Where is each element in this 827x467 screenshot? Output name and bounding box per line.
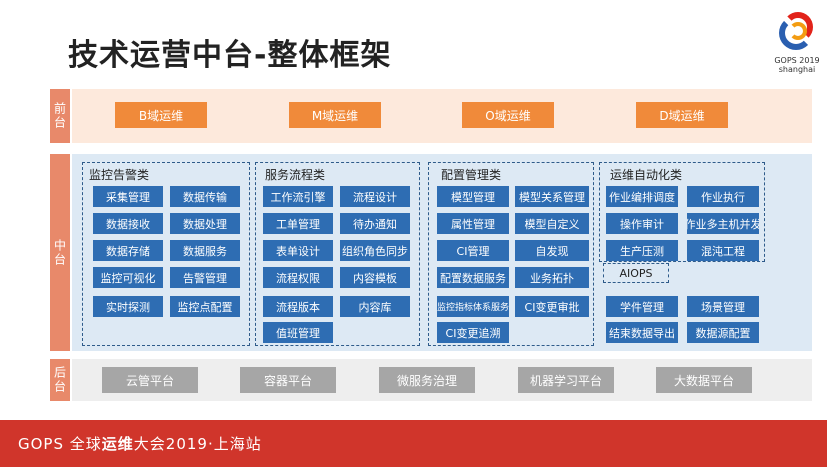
auto-extra-item: 学件管理 [606, 296, 678, 317]
service-item: 内容模板 [340, 267, 410, 288]
config-item: CI管理 [437, 240, 509, 261]
back-box-container: 容器平台 [240, 367, 336, 393]
service-item: 待办通知 [340, 213, 410, 234]
front-box-b: B域运维 [115, 102, 207, 128]
group-service-title: 服务流程类 [265, 168, 326, 182]
monitor-item: 数据接收 [93, 213, 163, 234]
gops-logo-icon [775, 10, 819, 54]
auto-item: 混沌工程 [687, 240, 759, 261]
config-item: 自发现 [515, 240, 589, 261]
monitor-item: 数据处理 [170, 213, 240, 234]
service-item: 流程设计 [340, 186, 410, 207]
monitor-item: 采集管理 [93, 186, 163, 207]
front-box-o: O域运维 [462, 102, 554, 128]
config-item: 模型关系管理 [515, 186, 589, 207]
logo-text-year: GOPS 2019 [774, 56, 820, 65]
front-box-d: D域运维 [636, 102, 728, 128]
group-monitor-title: 监控告警类 [89, 168, 150, 182]
auto-item: 作业编排调度 [606, 186, 678, 207]
service-item: 工单管理 [263, 213, 333, 234]
config-item: 业务拓扑 [515, 267, 589, 288]
monitor-item: 数据服务 [170, 240, 240, 261]
monitor-item: 监控点配置 [170, 296, 240, 317]
layer-label-front: 前台 [50, 89, 70, 143]
footer-banner: GOPS 全球 运维 大会2019·上海站 [0, 420, 827, 467]
monitor-item: 实时探测 [93, 296, 163, 317]
monitor-item: 告警管理 [170, 267, 240, 288]
back-box-cloud: 云管平台 [102, 367, 198, 393]
config-item: 属性管理 [437, 213, 509, 234]
service-item: 组织角色同步 [340, 240, 410, 261]
back-box-ml: 机器学习平台 [518, 367, 614, 393]
auto-item: 作业执行 [687, 186, 759, 207]
service-item: 表单设计 [263, 240, 333, 261]
config-item: 模型自定义 [515, 213, 589, 234]
footer-bold: 运维 [101, 435, 134, 453]
auto-extra-item: 数据源配置 [687, 322, 759, 343]
monitor-item: 数据传输 [170, 186, 240, 207]
aiops-box: AIOPS [603, 263, 669, 283]
config-item: CI变更追溯 [437, 322, 509, 343]
front-box-m: M域运维 [289, 102, 381, 128]
service-item: 流程版本 [263, 296, 333, 317]
group-config-title: 配置管理类 [441, 168, 502, 182]
layer-label-middle: 中台 [50, 154, 70, 351]
config-item: CI变更审批 [515, 296, 589, 317]
back-box-microservice: 微服务治理 [379, 367, 475, 393]
layer-label-back: 后台 [50, 359, 70, 401]
logo-text-city: shanghai [778, 65, 816, 74]
config-item: 配置数据服务 [437, 267, 509, 288]
config-item: 模型管理 [437, 186, 509, 207]
service-item: 流程权限 [263, 267, 333, 288]
monitor-item: 监控可视化 [93, 267, 163, 288]
auto-extra-item: 结束数据导出 [606, 322, 678, 343]
footer-suffix: 大会2019·上海站 [133, 435, 262, 453]
config-item: 监控指标体系服务 [437, 296, 509, 317]
service-item: 工作流引擎 [263, 186, 333, 207]
auto-item: 生产压测 [606, 240, 678, 261]
footer-prefix: GOPS 全球 [18, 435, 102, 453]
auto-extra-item: 场景管理 [687, 296, 759, 317]
gops-logo: GOPS 2019 shanghai [772, 10, 822, 80]
service-item: 内容库 [340, 296, 410, 317]
service-item: 值班管理 [263, 322, 333, 343]
group-auto-title: 运维自动化类 [610, 168, 683, 182]
auto-item: 操作审计 [606, 213, 678, 234]
monitor-item: 数据存储 [93, 240, 163, 261]
auto-item: 作业多主机并发 [687, 213, 759, 234]
back-box-bigdata: 大数据平台 [656, 367, 752, 393]
page-title: 技术运营中台-整体框架 [68, 38, 392, 73]
